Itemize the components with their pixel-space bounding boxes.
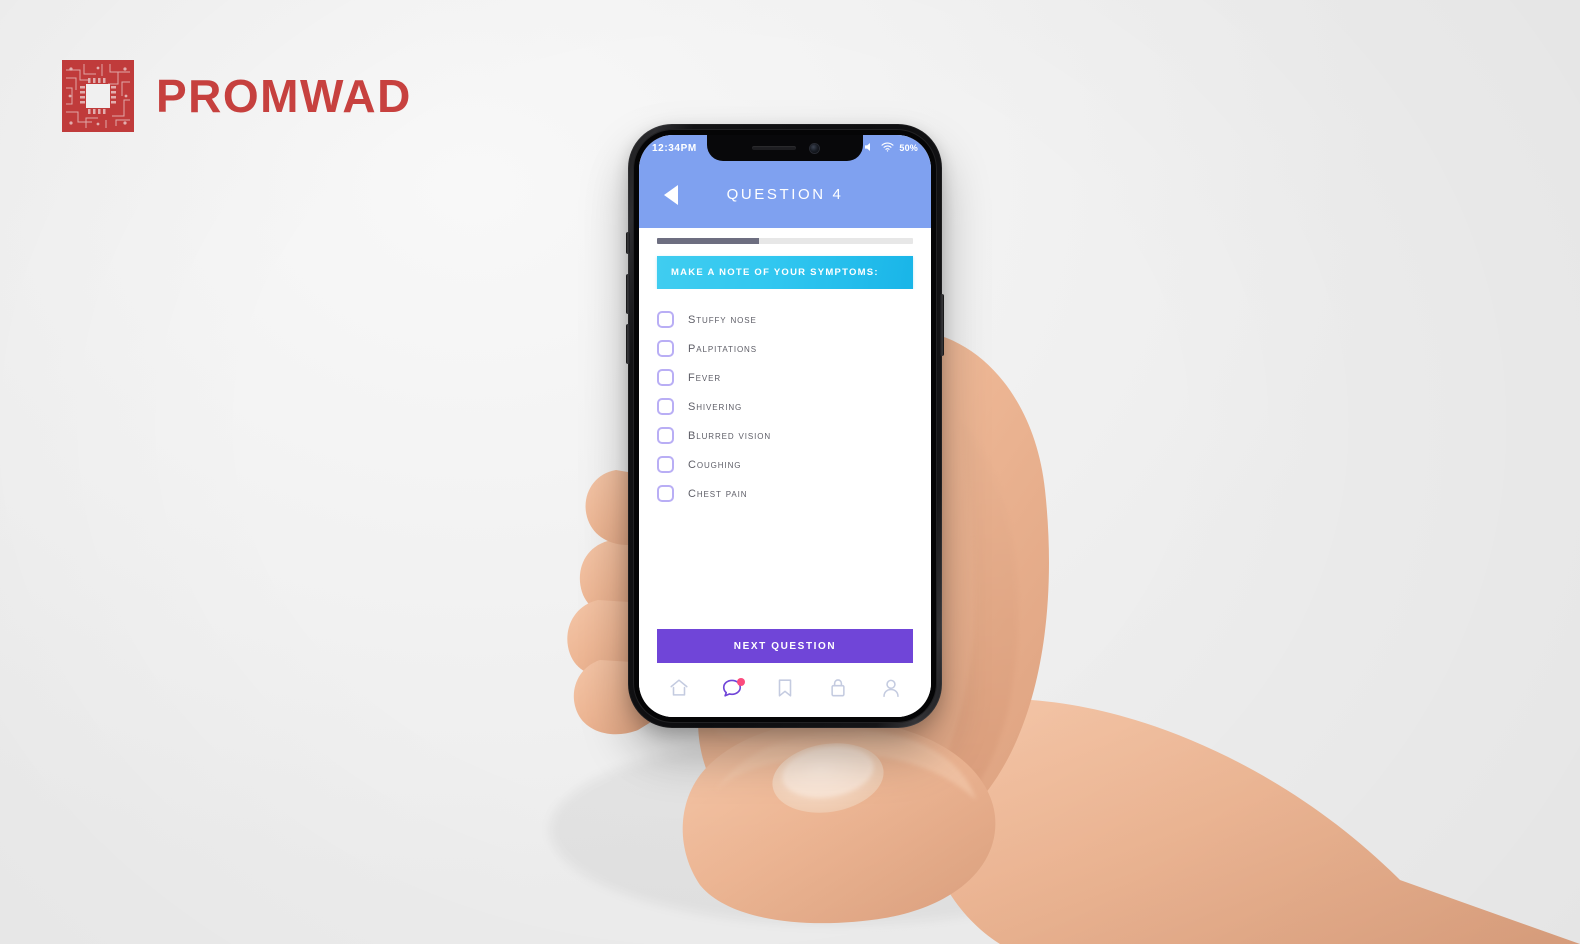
app-header: QUESTION 4 — [639, 161, 931, 228]
checklist-row[interactable]: Chest pain — [657, 479, 913, 508]
device-notch — [707, 135, 863, 161]
bookmark-icon — [774, 677, 796, 704]
brand-logo: PROMWAD — [62, 60, 412, 132]
battery-percent: 50% — [899, 143, 918, 153]
checklist-row[interactable]: Shivering — [657, 392, 913, 421]
wifi-icon — [881, 142, 894, 155]
checklist-row[interactable]: Blurred vision — [657, 421, 913, 450]
nav-item-lock[interactable] — [821, 673, 855, 707]
phone-screen: 12:34PM 50% QUESTION 4 MAKE A NOTE OF YO… — [639, 135, 931, 717]
back-button[interactable] — [661, 182, 683, 208]
checklist-row[interactable]: Coughing — [657, 450, 913, 479]
chat-notification-badge — [737, 678, 746, 686]
bottom-navigation — [639, 663, 931, 717]
status-indicators: 50% — [865, 142, 918, 155]
speaker-mute-icon — [865, 142, 876, 155]
phone-device: 12:34PM 50% QUESTION 4 MAKE A NOTE OF YO… — [626, 124, 944, 728]
symptoms-checklist: Stuffy nose Palpitations Fever Shivering Blu… — [639, 289, 931, 629]
volume-up-button[interactable] — [626, 274, 630, 314]
circuit-board-icon — [62, 60, 134, 132]
checklist-row[interactable]: Fever — [657, 363, 913, 392]
nav-item-chat[interactable] — [715, 673, 749, 707]
person-icon — [880, 677, 902, 704]
nav-item-profile[interactable] — [874, 673, 908, 707]
checkbox-blurred-vision[interactable] — [657, 427, 674, 444]
checklist-label: Blurred vision — [688, 429, 772, 442]
checklist-row[interactable]: Palpitations — [657, 334, 913, 363]
lock-icon — [827, 677, 849, 704]
checkbox-stuffy-nose[interactable] — [657, 311, 674, 328]
checkbox-fever[interactable] — [657, 369, 674, 386]
home-icon — [668, 677, 690, 704]
earpiece-speaker-icon — [751, 146, 796, 150]
nav-item-bookmark[interactable] — [768, 673, 802, 707]
next-question-button[interactable]: NEXT QUESTION — [657, 629, 913, 663]
checkbox-chest-pain[interactable] — [657, 485, 674, 502]
cta-section: NEXT QUESTION — [639, 629, 931, 663]
silent-switch[interactable] — [626, 232, 630, 254]
checklist-label: Palpitations — [688, 342, 757, 355]
checklist-label: Shivering — [688, 400, 743, 413]
brand-name: PROMWAD — [156, 70, 412, 122]
checkbox-shivering[interactable] — [657, 398, 674, 415]
checklist-label: Fever — [688, 371, 722, 384]
symptoms-prompt-banner: MAKE A NOTE OF YOUR SYMPTOMS: — [657, 256, 913, 289]
checklist-label: Stuffy nose — [688, 313, 757, 326]
checklist-label: Chest pain — [688, 487, 748, 500]
checklist-row[interactable]: Stuffy nose — [657, 305, 913, 334]
checkbox-coughing[interactable] — [657, 456, 674, 473]
volume-down-button[interactable] — [626, 324, 630, 364]
status-time: 12:34PM — [652, 142, 697, 154]
progress-section — [639, 228, 931, 244]
nav-item-home[interactable] — [662, 673, 696, 707]
front-camera-icon — [809, 143, 819, 153]
banner-section: MAKE A NOTE OF YOUR SYMPTOMS: — [639, 244, 931, 289]
checklist-label: Coughing — [688, 458, 742, 471]
back-triangle-icon — [664, 184, 678, 205]
checkbox-palpitations[interactable] — [657, 340, 674, 357]
power-button[interactable] — [940, 294, 944, 356]
